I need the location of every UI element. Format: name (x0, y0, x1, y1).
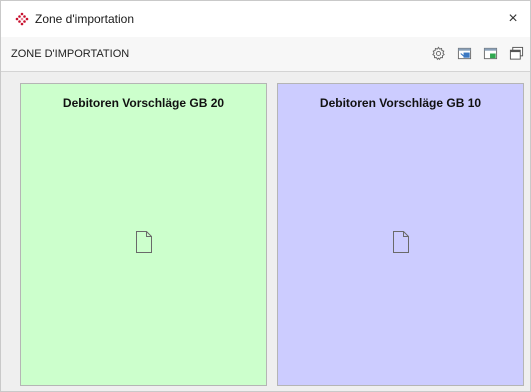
document-icon (392, 230, 410, 254)
drop-zone-panel-gb10[interactable]: Debitoren Vorschläge GB 10 (277, 83, 524, 386)
window-restore-icon[interactable] (509, 46, 524, 61)
drop-zone-panel-gb20[interactable]: Debitoren Vorschläge GB 20 (20, 83, 267, 386)
import-zone-window: Zone d'importation × ZONE D'IMPORTATION (0, 0, 531, 392)
close-button[interactable]: × (502, 8, 524, 30)
toolbar-title: ZONE D'IMPORTATION (11, 48, 130, 60)
gear-icon[interactable] (431, 46, 446, 61)
import-window-icon[interactable] (457, 46, 472, 61)
title-bar: Zone d'importation × (1, 1, 530, 37)
window-title: Zone d'importation (35, 12, 135, 26)
panel-title: Debitoren Vorschläge GB 20 (62, 96, 225, 110)
drop-zone-area: Debitoren Vorschläge GB 20 Debitoren Vor… (1, 72, 530, 391)
app-logo-icon (15, 12, 29, 26)
toolbar-icon-group (431, 46, 524, 62)
import-green-icon[interactable] (483, 46, 498, 61)
panel-title: Debitoren Vorschläge GB 10 (319, 96, 482, 110)
toolbar: ZONE D'IMPORTATION (1, 37, 530, 72)
document-icon (135, 230, 153, 254)
